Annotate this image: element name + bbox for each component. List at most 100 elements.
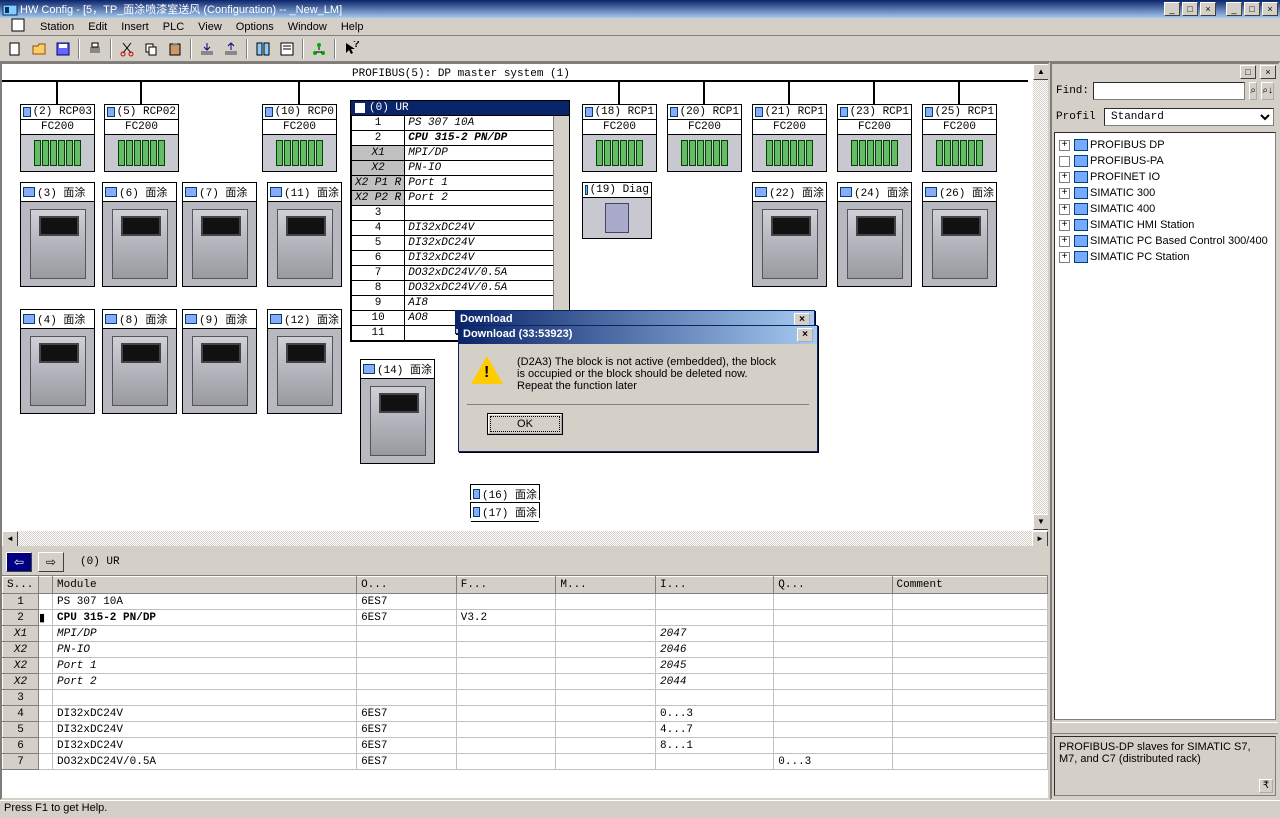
- catalog-tree[interactable]: +PROFIBUS DP PROFIBUS-PA+PROFINET IO+SIM…: [1054, 132, 1276, 720]
- tree-expand-icon[interactable]: +: [1059, 188, 1070, 199]
- rack-row[interactable]: 8DO32xDC24V/0.5A: [352, 281, 569, 296]
- tree-item[interactable]: +SIMATIC PC Based Control 300/400: [1059, 233, 1271, 249]
- menu-plc[interactable]: PLC: [157, 20, 190, 34]
- station-canvas[interactable]: PROFIBUS(5): DP master system (1) (0) UR…: [2, 64, 1048, 548]
- table-row[interactable]: 1PS 307 10A6ES7: [3, 594, 1048, 610]
- table-row[interactable]: X2Port 22044: [3, 674, 1048, 690]
- doc-minimize-button[interactable]: _: [1164, 2, 1180, 16]
- catalog-button[interactable]: [252, 38, 274, 60]
- nav-back-button[interactable]: ⇦: [6, 552, 32, 572]
- rack-row[interactable]: 5DI32xDC24V: [352, 236, 569, 251]
- app-restore-button[interactable]: □: [1244, 2, 1260, 16]
- rcp-node[interactable]: (5) RCP02FC200: [104, 104, 179, 172]
- catalog-pin-button[interactable]: □: [1240, 65, 1256, 79]
- rcp-node[interactable]: (2) RCP03FC200: [20, 104, 95, 172]
- doc-close-button[interactable]: ×: [1200, 2, 1216, 16]
- menu-edit[interactable]: Edit: [82, 20, 113, 34]
- menu-view[interactable]: View: [192, 20, 228, 34]
- drive-node[interactable]: (12) 面涂: [267, 309, 342, 414]
- drive-node[interactable]: (9) 面涂: [182, 309, 257, 414]
- profile-select[interactable]: Standard: [1104, 108, 1274, 126]
- drive-node[interactable]: (26) 面涂: [922, 182, 997, 287]
- rcp-node[interactable]: (21) RCP1FC200: [752, 104, 827, 172]
- save-button[interactable]: [52, 38, 74, 60]
- menu-station[interactable]: Station: [34, 20, 80, 34]
- diag-node[interactable]: (19) Diag: [582, 182, 652, 239]
- table-row[interactable]: 3: [3, 690, 1048, 706]
- rack-row[interactable]: 7DO32xDC24V/0.5A: [352, 266, 569, 281]
- doc-restore-button[interactable]: □: [1182, 2, 1198, 16]
- table-row[interactable]: 4DI32xDC24V6ES70...3: [3, 706, 1048, 722]
- app-minimize-button[interactable]: _: [1226, 2, 1242, 16]
- upload-button[interactable]: [220, 38, 242, 60]
- catalog-desc-collapse-button[interactable]: ₹: [1259, 779, 1273, 793]
- ok-button[interactable]: OK: [487, 413, 563, 435]
- tree-expand-icon[interactable]: +: [1059, 252, 1070, 263]
- tree-expand-icon[interactable]: +: [1059, 236, 1070, 247]
- rack-row[interactable]: 4DI32xDC24V: [352, 221, 569, 236]
- tree-expand-icon[interactable]: +: [1059, 220, 1070, 231]
- download-button[interactable]: [196, 38, 218, 60]
- drive-node[interactable]: (7) 面涂: [182, 182, 257, 287]
- drive-node[interactable]: (3) 面涂: [20, 182, 95, 287]
- tree-item[interactable]: +SIMATIC PC Station: [1059, 249, 1271, 265]
- module-table[interactable]: S...ModuleO...F...M...I...Q...Comment1PS…: [2, 576, 1048, 798]
- rack-row[interactable]: 1PS 307 10A: [352, 116, 569, 131]
- properties-button[interactable]: [276, 38, 298, 60]
- table-row[interactable]: 7DO32xDC24V/0.5A6ES70...3: [3, 754, 1048, 770]
- network-button[interactable]: [308, 38, 330, 60]
- rcp-node[interactable]: (23) RCP1FC200: [837, 104, 912, 172]
- catalog-close-button[interactable]: ×: [1260, 65, 1276, 79]
- print-button[interactable]: [84, 38, 106, 60]
- rack-row[interactable]: X2 P1 RPort 1: [352, 176, 569, 191]
- open-button[interactable]: [28, 38, 50, 60]
- tree-item[interactable]: PROFIBUS-PA: [1059, 153, 1271, 169]
- rack-row[interactable]: 2CPU 315-2 PN/DP: [352, 131, 569, 146]
- find-next-button[interactable]: ⌕↓: [1261, 82, 1274, 100]
- canvas-hscrollbar[interactable]: ◄►: [2, 530, 1048, 546]
- tree-item[interactable]: +PROFINET IO: [1059, 169, 1271, 185]
- copy-button[interactable]: [140, 38, 162, 60]
- find-input[interactable]: [1093, 82, 1245, 100]
- drive-node[interactable]: (22) 面涂: [752, 182, 827, 287]
- menu-help[interactable]: Help: [335, 20, 370, 34]
- small-node[interactable]: (16) 面涂: [470, 484, 540, 500]
- catalog-splitter[interactable]: [1052, 722, 1278, 734]
- paste-button[interactable]: [164, 38, 186, 60]
- tree-expand-icon[interactable]: +: [1059, 204, 1070, 215]
- tree-item[interactable]: +PROFIBUS DP: [1059, 137, 1271, 153]
- rack-row[interactable]: 6DI32xDC24V: [352, 251, 569, 266]
- rack-row[interactable]: X2PN-IO: [352, 161, 569, 176]
- rack-row[interactable]: 9AI8: [352, 296, 569, 311]
- menu-window[interactable]: Window: [282, 20, 333, 34]
- table-row[interactable]: 6DI32xDC24V6ES78...1: [3, 738, 1048, 754]
- table-row[interactable]: X2Port 12045: [3, 658, 1048, 674]
- tree-item[interactable]: +SIMATIC 300: [1059, 185, 1271, 201]
- drive-node[interactable]: (14) 面涂: [360, 359, 435, 464]
- drive-node[interactable]: (24) 面涂: [837, 182, 912, 287]
- menu-options[interactable]: Options: [230, 20, 280, 34]
- canvas-vscrollbar[interactable]: ▲▼: [1032, 64, 1048, 530]
- rcp-node[interactable]: (25) RCP1FC200: [922, 104, 997, 172]
- rcp-node[interactable]: (10) RCP0FC200: [262, 104, 337, 172]
- app-close-button[interactable]: ×: [1262, 2, 1278, 16]
- small-node[interactable]: (17) 面涂: [470, 502, 540, 518]
- cut-button[interactable]: [116, 38, 138, 60]
- rack-scrollbar[interactable]: [553, 116, 569, 341]
- tree-item[interactable]: +SIMATIC 400: [1059, 201, 1271, 217]
- find-button[interactable]: ⌕: [1249, 82, 1257, 100]
- new-button[interactable]: [4, 38, 26, 60]
- rack-row[interactable]: X1MPI/DP: [352, 146, 569, 161]
- rcp-node[interactable]: (20) RCP1FC200: [667, 104, 742, 172]
- help-pointer-button[interactable]: ?: [340, 38, 362, 60]
- tree-expand-icon[interactable]: +: [1059, 172, 1070, 183]
- rack-ur[interactable]: (0) UR 1PS 307 10A2CPU 315-2 PN/DPX1MPI/…: [350, 100, 570, 342]
- tree-item[interactable]: +SIMATIC HMI Station: [1059, 217, 1271, 233]
- tree-expand-icon[interactable]: +: [1059, 140, 1070, 151]
- drive-node[interactable]: (8) 面涂: [102, 309, 177, 414]
- table-row[interactable]: 2▮CPU 315-2 PN/DP6ES7V3.2: [3, 610, 1048, 626]
- nav-forward-button[interactable]: ⇨: [38, 552, 64, 572]
- menu-insert[interactable]: Insert: [115, 20, 155, 34]
- table-row[interactable]: X1MPI/DP2047: [3, 626, 1048, 642]
- rack-row[interactable]: X2 P2 RPort 2: [352, 191, 569, 206]
